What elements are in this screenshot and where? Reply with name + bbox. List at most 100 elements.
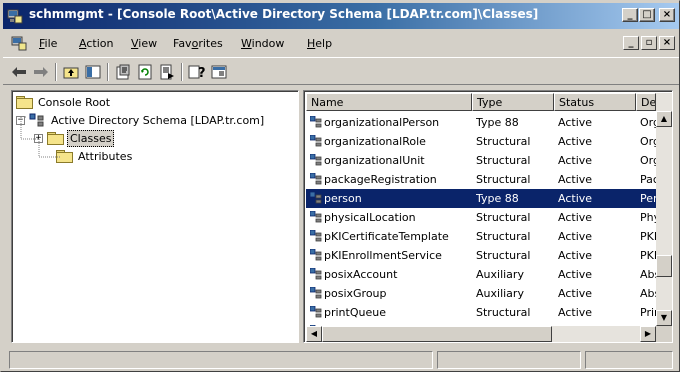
table-row[interactable]: printQueue Structural Active Prir <box>306 303 658 322</box>
cell-status: Active <box>558 173 593 186</box>
schema-class-icon <box>310 249 322 261</box>
properties-icon[interactable] <box>113 62 133 82</box>
cell-status: Active <box>558 268 593 281</box>
cell-name: pKICertificateTemplate <box>324 230 449 243</box>
export-list-icon[interactable] <box>157 62 177 82</box>
schema-class-icon <box>310 268 322 280</box>
tree-item-label: Classes <box>67 129 115 147</box>
cell-name: organizationalRole <box>324 135 426 148</box>
menu-action[interactable]: Action <box>79 37 113 50</box>
help-icon[interactable]: ? <box>187 62 207 82</box>
console-tree-icon[interactable] <box>209 62 229 82</box>
cell-status: Active <box>558 230 593 243</box>
schema-class-icon <box>310 192 322 204</box>
cell-type: Structural <box>476 173 531 186</box>
cell-type: Structural <box>476 230 531 243</box>
table-row[interactable]: posixGroupAuxiliaryActiveAbs <box>306 284 658 303</box>
mdi-close-button[interactable]: × <box>659 36 675 50</box>
cell-type: Type 88 <box>476 192 519 205</box>
schema-class-icon <box>310 287 322 299</box>
title-bar[interactable]: schmmgmt - [Console Root\Active Director… <box>3 3 679 29</box>
scroll-corner <box>656 326 672 342</box>
table-row[interactable]: organizationalRole Structural Active Org <box>306 132 658 151</box>
vertical-scrollbar[interactable]: ▲ ▼ <box>656 93 672 326</box>
column-header-name[interactable]: Name <box>306 93 472 111</box>
menu-window[interactable]: Window <box>241 37 284 50</box>
status-cell-secondary <box>437 351 581 369</box>
menu-favorites[interactable]: Favorites <box>173 37 223 50</box>
cell-status: Active <box>558 211 593 224</box>
schema-class-icon <box>310 116 322 128</box>
scroll-up-arrow-icon[interactable]: ▲ <box>656 111 672 127</box>
schema-class-icon <box>310 154 322 166</box>
table-row[interactable]: person Type 88 Active Per <box>306 189 658 208</box>
menu-file[interactable]: File <box>39 37 57 50</box>
column-header-type[interactable]: Type <box>472 93 554 111</box>
show-hide-tree-icon[interactable] <box>83 62 103 82</box>
schema-class-icon <box>310 211 322 223</box>
toolbar-separator <box>55 63 57 81</box>
scroll-right-arrow-icon[interactable]: ▶ <box>640 326 656 342</box>
cell-type: Structural <box>476 135 531 148</box>
minimize-button[interactable]: _ <box>622 8 638 22</box>
back-icon[interactable] <box>9 62 29 82</box>
schema-class-icon <box>310 173 322 185</box>
schema-class-icon <box>310 135 322 147</box>
cell-status: Active <box>558 116 593 129</box>
status-bar <box>3 349 679 369</box>
table-row[interactable]: organizationalPerson Type 88 Active Org <box>306 113 658 132</box>
maximize-button[interactable]: □ <box>639 8 655 22</box>
result-list[interactable]: Name Type Status Des organizationalPerso… <box>303 90 673 343</box>
refresh-icon[interactable] <box>135 62 155 82</box>
horizontal-scroll-thumb[interactable] <box>322 326 552 342</box>
menu-view[interactable]: View <box>131 37 157 50</box>
forward-icon[interactable] <box>31 62 51 82</box>
scroll-left-arrow-icon[interactable]: ◀ <box>306 326 322 342</box>
cell-name: organizationalUnit <box>324 154 425 167</box>
cell-type: Auxiliary <box>476 287 524 300</box>
mdi-restore-button[interactable]: ▫ <box>641 36 657 50</box>
status-cell-main <box>9 351 433 369</box>
cell-name: posixAccount <box>324 268 398 281</box>
table-row[interactable]: pKICertificateTemplate Structural Active PK… <box>306 227 657 246</box>
cell-type: Structural <box>476 211 531 224</box>
column-header-description[interactable]: Des <box>636 93 656 111</box>
cell-name: pKIEnrollmentService <box>324 249 442 262</box>
scroll-down-arrow-icon[interactable]: ▼ <box>656 310 672 326</box>
cell-type: Structural <box>476 306 531 319</box>
tree-connector-lines <box>20 116 60 158</box>
menu-bar: File Action View Favorites Window Help _… <box>3 31 679 55</box>
table-row[interactable]: packageRegistration Structural Active Pac <box>306 170 658 189</box>
mmc-app-icon[interactable] <box>7 8 23 24</box>
schema-class-icon <box>310 230 322 242</box>
table-row[interactable]: posixAccountAuxiliaryActiveAbs <box>306 265 658 284</box>
mdi-minimize-button[interactable]: _ <box>623 36 639 50</box>
column-header-status[interactable]: Status <box>554 93 636 111</box>
console-tree[interactable]: Console Root − Active Directory Schema [… <box>11 90 299 343</box>
main-window: schmmgmt - [Console Root\Active Director… <box>0 0 680 372</box>
table-row[interactable]: pKIEnrollmentService Structural Active PKI <box>306 246 657 265</box>
up-folder-icon[interactable] <box>61 62 81 82</box>
cell-status: Active <box>558 249 593 262</box>
cell-type: Type 88 <box>476 116 519 129</box>
window-title: schmmgmt - [Console Root\Active Director… <box>29 7 539 21</box>
cell-status: Active <box>558 287 593 300</box>
cell-status: Active <box>558 154 593 167</box>
close-button[interactable]: × <box>659 8 675 22</box>
table-row[interactable]: organizationalUnit Structural Active Org <box>306 151 658 170</box>
menu-help[interactable]: Help <box>307 37 332 50</box>
cell-status: Active <box>558 306 593 319</box>
status-cell-tertiary <box>585 351 673 369</box>
cell-name: person <box>324 192 362 205</box>
cell-type: Auxiliary <box>476 268 524 281</box>
svg-text:?: ? <box>198 66 206 80</box>
toolbar-separator <box>107 63 109 81</box>
cell-name: organizationalPerson <box>324 116 440 129</box>
horizontal-scrollbar[interactable]: ◀ ▶ <box>306 326 656 342</box>
cell-status: Active <box>558 135 593 148</box>
table-row[interactable]: physicalLocationStructuralActivePhy <box>306 208 658 227</box>
schema-class-icon <box>310 306 322 318</box>
vertical-scroll-thumb[interactable] <box>656 255 672 277</box>
document-system-menu-icon[interactable] <box>11 35 27 51</box>
cell-type: Structural <box>476 249 531 262</box>
